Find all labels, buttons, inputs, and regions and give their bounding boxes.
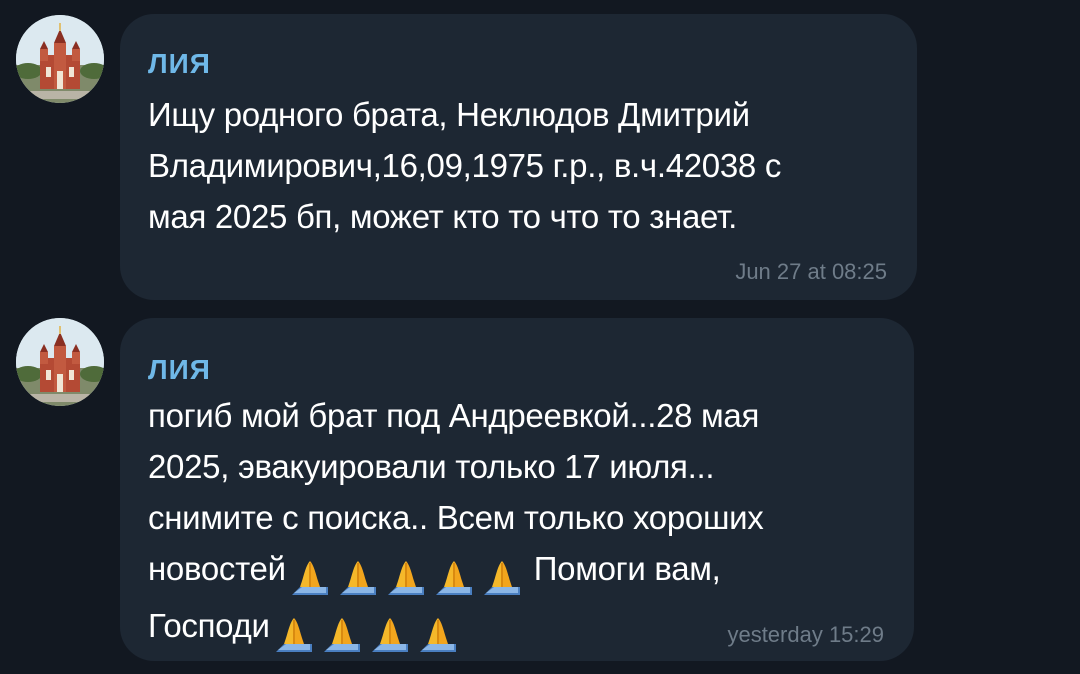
message-bubble[interactable]: ЛИЯ погиб мой брат под Андреевкой...28 м… bbox=[120, 318, 914, 661]
emoji-group bbox=[288, 549, 528, 600]
message-fragment: Помоги вам, bbox=[533, 550, 721, 587]
message-line: Господи bbox=[148, 600, 763, 657]
church-photo-icon bbox=[16, 15, 104, 103]
folded-hands-emoji bbox=[272, 614, 316, 654]
folded-hands-emoji bbox=[320, 614, 364, 654]
message-line: снимите с поиска.. Всем только хороших bbox=[148, 499, 764, 536]
folded-hands-emoji bbox=[432, 557, 476, 597]
message-bubble[interactable]: ЛИЯ Ищу родного брата, Неклюдов Дмитрий … bbox=[120, 14, 917, 300]
avatar[interactable] bbox=[16, 15, 104, 103]
message-text: погиб мой брат под Андреевкой...28 мая 2… bbox=[148, 390, 764, 657]
folded-hands-emoji bbox=[368, 614, 412, 654]
message-line: Владимирович,16,09,1975 г.р., в.ч.42038 … bbox=[148, 147, 782, 184]
message-fragment: новостей bbox=[148, 550, 286, 587]
folded-hands-emoji bbox=[480, 557, 524, 597]
folded-hands-emoji bbox=[384, 557, 428, 597]
folded-hands-emoji bbox=[288, 557, 332, 597]
message-text: Ищу родного брата, Неклюдов Дмитрий Влад… bbox=[148, 89, 781, 242]
message-line: погиб мой брат под Андреевкой...28 мая bbox=[148, 397, 760, 434]
folded-hands-emoji bbox=[416, 614, 460, 654]
message-line: новостей Помоги вам, bbox=[148, 543, 763, 600]
folded-hands-emoji bbox=[336, 557, 380, 597]
message-timestamp: yesterday 15:29 bbox=[727, 622, 884, 647]
sender-name[interactable]: ЛИЯ bbox=[148, 354, 211, 386]
avatar[interactable] bbox=[16, 318, 104, 406]
church-photo-icon bbox=[16, 318, 104, 406]
message-line: мая 2025 бп, может кто то что то знает. bbox=[148, 198, 738, 235]
message-line: Ищу родного брата, Неклюдов Дмитрий bbox=[148, 96, 750, 133]
message-line: 2025, эвакуировали только 17 июля... bbox=[148, 448, 715, 485]
sender-name[interactable]: ЛИЯ bbox=[148, 48, 211, 80]
emoji-group bbox=[272, 606, 464, 657]
message-fragment: Господи bbox=[148, 607, 270, 644]
message-timestamp: Jun 27 at 08:25 bbox=[735, 259, 887, 284]
